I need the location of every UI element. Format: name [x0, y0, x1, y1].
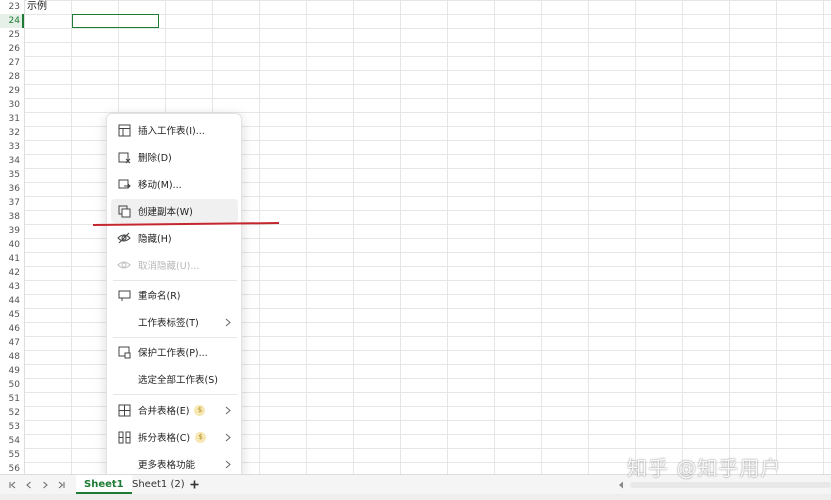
row-number[interactable]: 34 — [0, 154, 22, 168]
menu-divider — [113, 337, 237, 338]
row-number[interactable]: 38 — [0, 210, 22, 224]
add-sheet-button[interactable] — [187, 477, 201, 491]
split-table-icon — [116, 429, 132, 445]
insert-sheet-icon — [116, 122, 132, 138]
hide-eye-icon — [116, 230, 132, 246]
menu-label: 拆分表格(C) — [138, 433, 191, 444]
row-number[interactable]: 54 — [0, 434, 22, 448]
row-number[interactable]: 35 — [0, 168, 22, 182]
menu-protect-sheet[interactable]: 保护工作表(P)... — [111, 340, 238, 364]
menu-label: 取消隐藏(U)... — [138, 261, 200, 272]
menu-hide[interactable]: 隐藏(H) — [111, 226, 238, 250]
row-number[interactable]: 52 — [0, 406, 22, 420]
premium-coin-icon: $ — [195, 431, 207, 443]
copy-sheet-icon — [116, 203, 132, 219]
last-sheet-icon[interactable] — [54, 478, 68, 492]
menu-sheet-tab-options[interactable]: 工作表标签(T) — [111, 310, 238, 334]
row-number[interactable]: 37 — [0, 196, 22, 210]
row-number[interactable]: 42 — [0, 266, 22, 280]
row-number[interactable]: 43 — [0, 280, 22, 294]
menu-label: 插入工作表(I)... — [138, 126, 205, 137]
menu-label: 工作表标签(T) — [138, 318, 199, 329]
row-number[interactable]: 30 — [0, 98, 22, 112]
selected-cell-b24[interactable] — [72, 14, 159, 28]
row-number[interactable]: 44 — [0, 294, 22, 308]
menu-label: 移动(M)... — [138, 180, 182, 191]
menu-insert-sheet[interactable]: 插入工作表(I)... — [111, 118, 238, 142]
menu-move[interactable]: 移动(M)... — [111, 172, 238, 196]
row-number[interactable]: 41 — [0, 252, 22, 266]
menu-more-table-features[interactable]: 更多表格功能 — [111, 452, 238, 476]
prev-sheet-icon[interactable] — [22, 478, 36, 492]
delete-sheet-icon — [116, 149, 132, 165]
row-number[interactable]: 51 — [0, 392, 22, 406]
row-number[interactable]: 40 — [0, 238, 22, 252]
row-number[interactable]: 36 — [0, 182, 22, 196]
watermark-text: 知乎 @知乎用户 — [627, 456, 782, 480]
row-number[interactable]: 55 — [0, 448, 22, 462]
row-number[interactable]: 27 — [0, 56, 22, 70]
menu-create-copy[interactable]: 创建副本(W) — [111, 199, 238, 223]
menu-divider — [113, 280, 237, 281]
row-number[interactable]: 29 — [0, 84, 22, 98]
chevron-right-icon — [222, 458, 234, 470]
menu-label: 隐藏(H) — [138, 234, 172, 245]
scroll-left-icon[interactable] — [614, 478, 628, 492]
chevron-right-icon — [222, 404, 234, 416]
cell-a23[interactable]: 示例 — [27, 0, 47, 14]
menu-divider — [113, 394, 237, 395]
menu-label: 删除(D) — [138, 153, 172, 164]
horizontal-scrollbar[interactable] — [630, 482, 831, 488]
unhide-eye-icon — [116, 257, 132, 273]
move-sheet-icon — [116, 176, 132, 192]
rename-icon — [116, 287, 132, 303]
menu-delete[interactable]: 删除(D) — [111, 145, 238, 169]
row-number[interactable]: 46 — [0, 322, 22, 336]
menu-label: 选定全部工作表(S) — [138, 375, 218, 386]
menu-label: 重命名(R) — [138, 291, 181, 302]
merge-table-icon — [116, 402, 132, 418]
row-number[interactable]: 48 — [0, 350, 22, 364]
menu-label: 保护工作表(P)... — [138, 348, 208, 359]
menu-label: 更多表格功能 — [138, 460, 196, 471]
menu-unhide: 取消隐藏(U)... — [111, 253, 238, 277]
menu-rename[interactable]: 重命名(R) — [111, 283, 238, 307]
status-bar — [0, 494, 831, 500]
row-number[interactable]: 47 — [0, 336, 22, 350]
row-number[interactable]: 24 — [0, 14, 22, 28]
row-number[interactable]: 23 — [0, 0, 22, 14]
menu-merge-tables[interactable]: 合并表格(E) $ — [111, 398, 238, 422]
chevron-right-icon — [222, 431, 234, 443]
row-number[interactable]: 50 — [0, 378, 22, 392]
protect-sheet-icon — [116, 344, 132, 360]
menu-label: 创建副本(W) — [138, 207, 193, 218]
row-number[interactable]: 45 — [0, 308, 22, 322]
sheet-tab-sheet1-copy[interactable]: Sheet1 (2) — [124, 475, 193, 494]
row-number[interactable]: 25 — [0, 28, 22, 42]
row-number[interactable]: 26 — [0, 42, 22, 56]
chevron-right-icon — [222, 316, 234, 328]
row-number[interactable]: 53 — [0, 420, 22, 434]
row-number[interactable]: 33 — [0, 140, 22, 154]
row-number[interactable]: 28 — [0, 70, 22, 84]
menu-label: 合并表格(E) — [138, 406, 190, 417]
row-number[interactable]: 49 — [0, 364, 22, 378]
sheet-context-menu: 插入工作表(I)... 删除(D) 移动(M)... 创建副本(W) 隐藏(H)… — [106, 113, 242, 480]
menu-select-all-sheets[interactable]: 选定全部工作表(S) — [111, 367, 238, 391]
next-sheet-icon[interactable] — [38, 478, 52, 492]
row-number[interactable]: 32 — [0, 126, 22, 140]
row-number[interactable]: 31 — [0, 112, 22, 126]
menu-split-tables[interactable]: 拆分表格(C) $ — [111, 425, 238, 449]
first-sheet-icon[interactable] — [6, 478, 20, 492]
row-number[interactable]: 39 — [0, 224, 22, 238]
premium-coin-icon: $ — [194, 404, 206, 416]
